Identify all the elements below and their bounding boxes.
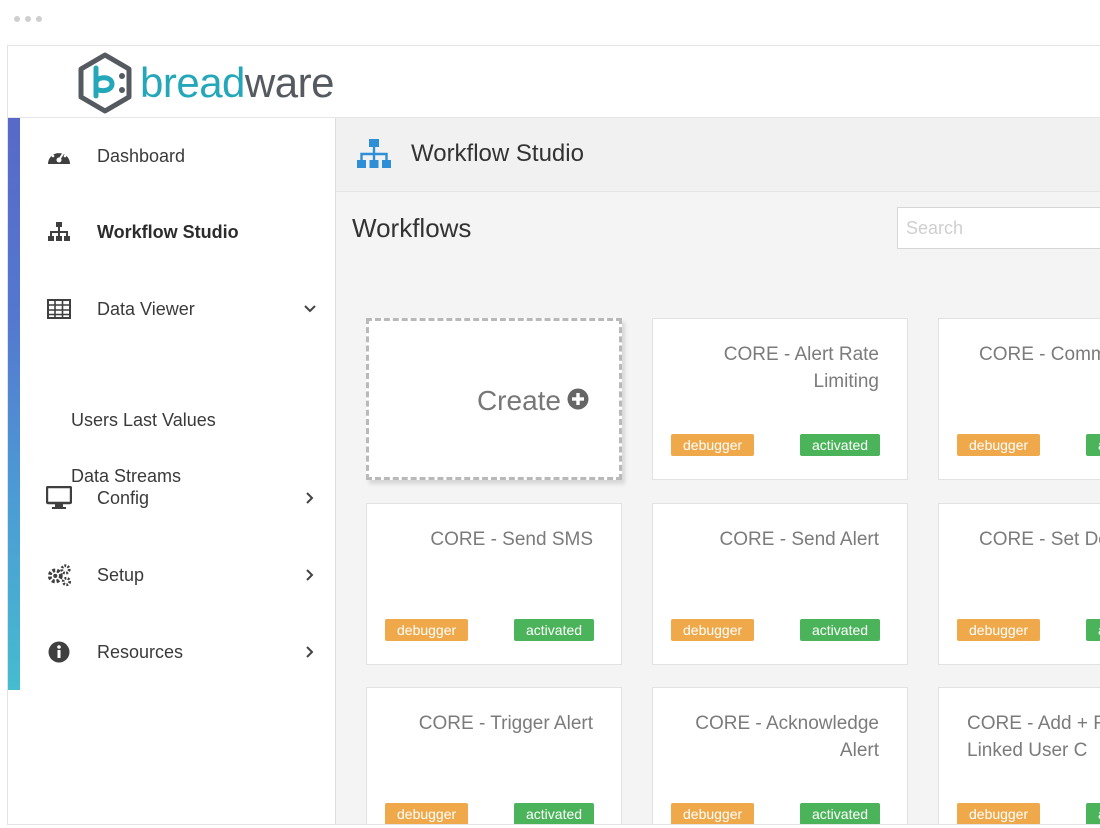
page-title: Workflow Studio xyxy=(411,140,584,167)
gauge-icon xyxy=(46,143,72,169)
workflow-card-title: CORE - Acknowledge Alert xyxy=(695,713,879,761)
window-dots xyxy=(14,16,42,22)
activated-badge: activated xyxy=(1086,619,1100,641)
chevron-right-icon[interactable] xyxy=(303,491,317,505)
brand-name: breadware xyxy=(140,62,334,104)
workflow-card-title: CORE - Send Alert xyxy=(719,529,879,550)
sidebar-item-data-viewer[interactable]: Data Viewer xyxy=(20,279,335,339)
plus-circle-icon xyxy=(567,388,589,415)
brand-part1: bread xyxy=(140,59,245,106)
workflow-card-title: CORE - Add + R Linked User C xyxy=(967,713,1100,761)
sidebar-item-workflow-studio[interactable]: Workflow Studio xyxy=(20,202,335,262)
page-header: Workflow Studio xyxy=(336,118,1100,192)
chevron-down-icon[interactable] xyxy=(303,302,317,316)
sidebar-item-label: Resources xyxy=(97,641,184,662)
main-content: Workflow Studio Workflows Create CORE - … xyxy=(336,118,1100,824)
sidebar-item-setup[interactable]: Setup xyxy=(20,545,335,605)
sitemap-icon xyxy=(46,219,72,245)
activated-badge: activated xyxy=(800,434,881,456)
search-input[interactable] xyxy=(897,207,1100,249)
activated-badge: activated xyxy=(800,803,881,824)
sidebar-item-label: Config xyxy=(97,487,150,508)
breadware-logo[interactable]: breadware xyxy=(74,52,334,114)
info-icon xyxy=(46,639,72,665)
workflow-card-title: CORE - Send SMS xyxy=(430,529,593,550)
sitemap-icon xyxy=(356,138,392,175)
debugger-badge: debugger xyxy=(385,803,469,824)
workflow-card-title: CORE - Alert Rate Limiting xyxy=(723,344,879,392)
workflow-card-title: CORE - Set De xyxy=(979,529,1100,550)
header: breadware xyxy=(8,46,1100,118)
workflow-card[interactable]: CORE - Send SMS debugger activated xyxy=(366,503,622,665)
create-workflow-card[interactable]: Create xyxy=(366,318,622,480)
activated-badge: activated xyxy=(1086,434,1100,456)
sidebar-item-label: Dashboard xyxy=(97,145,186,166)
chevron-right-icon[interactable] xyxy=(303,645,317,659)
workflow-card[interactable]: CORE - Acknowledge Alert debugger activa… xyxy=(652,687,908,824)
sidebar-subitem-users-last-values[interactable]: Users Last Values xyxy=(71,410,216,431)
workflow-card[interactable]: CORE - Set De debugger activated xyxy=(938,503,1100,665)
create-label: Create xyxy=(476,385,561,416)
chevron-right-icon[interactable] xyxy=(303,568,317,582)
debugger-badge: debugger xyxy=(957,434,1041,456)
activated-badge: activated xyxy=(514,803,595,824)
debugger-badge: debugger xyxy=(671,619,755,641)
sidebar-item-label: Data Viewer xyxy=(97,298,195,319)
workflow-card-title: CORE - Trigger Alert xyxy=(418,713,593,734)
sidebar-item-dashboard[interactable]: Dashboard xyxy=(20,126,335,186)
sidebar-item-config[interactable]: Config xyxy=(20,468,335,528)
debugger-badge: debugger xyxy=(957,803,1041,824)
gears-icon xyxy=(46,562,72,588)
workflow-card[interactable]: CORE - Comm debugger activated xyxy=(938,318,1100,480)
activated-badge: activated xyxy=(800,619,881,641)
debugger-badge: debugger xyxy=(957,619,1041,641)
sidebar-item-resources[interactable]: Resources xyxy=(20,622,335,682)
workflow-card-title: CORE - Comm xyxy=(979,344,1100,365)
sidebar-item-label: Setup xyxy=(97,564,145,585)
workflow-card[interactable]: CORE - Alert Rate Limiting debugger acti… xyxy=(652,318,908,480)
workflow-card[interactable]: CORE - Trigger Alert debugger activated xyxy=(366,687,622,824)
workflow-card[interactable]: CORE - Add + R Linked User C debugger ac… xyxy=(938,687,1100,824)
debugger-badge: debugger xyxy=(671,434,755,456)
sidebar-item-label: Workflow Studio xyxy=(97,221,239,242)
breadware-logo-icon xyxy=(78,52,132,114)
sidebar: Dashboard Workflow Studio Data Viewer Us… xyxy=(8,118,336,824)
table-icon xyxy=(46,296,72,322)
create-workflow-content: Create xyxy=(477,385,589,417)
brand-part2: ware xyxy=(244,59,335,106)
debugger-badge: debugger xyxy=(385,619,469,641)
activated-badge: activated xyxy=(514,619,595,641)
debugger-badge: debugger xyxy=(671,803,755,824)
monitor-icon xyxy=(46,485,72,511)
workflows-heading: Workflows xyxy=(352,213,472,243)
sidebar-accent-bar xyxy=(8,118,20,690)
workflow-card[interactable]: CORE - Send Alert debugger activated xyxy=(652,503,908,665)
activated-badge: activated xyxy=(1086,803,1100,824)
app-window: breadware Dashboard Workflow Studio Data… xyxy=(7,45,1100,825)
